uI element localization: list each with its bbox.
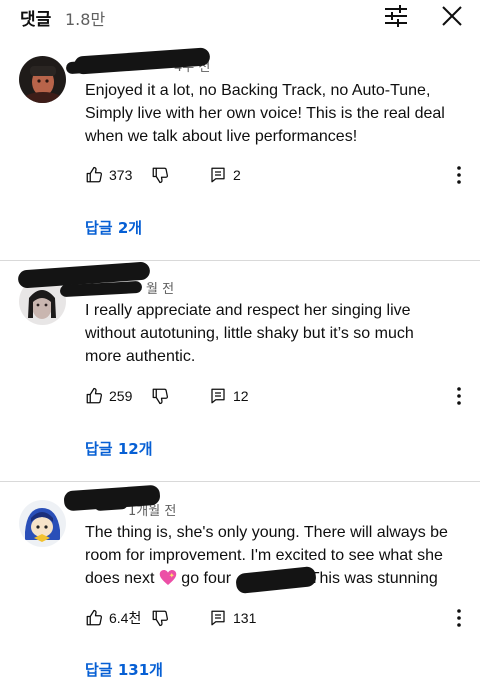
reply-icon xyxy=(211,388,225,404)
reply-count: 2 xyxy=(233,167,241,183)
reply-button[interactable]: 2 xyxy=(209,163,241,187)
avatar[interactable] xyxy=(19,500,66,547)
view-replies-link[interactable]: 답글 12개 xyxy=(85,438,153,459)
like-count: 373 xyxy=(109,167,133,183)
more-vert-icon[interactable] xyxy=(452,384,466,408)
comment-actions: 373 2 xyxy=(85,163,470,187)
comment-line: without autotuning, little shaky but it’… xyxy=(85,325,414,342)
comment-line: Enjoyed it a lot, no Backing Track, no A… xyxy=(85,82,431,99)
like-button[interactable]: 373 xyxy=(85,163,132,187)
like-button[interactable]: 6.4천 xyxy=(85,606,141,630)
filter-icon[interactable] xyxy=(382,3,410,29)
more-vert-icon[interactable] xyxy=(452,606,466,630)
close-icon[interactable] xyxy=(439,3,465,29)
thumbs-up-icon xyxy=(86,609,103,626)
more-vert-icon[interactable] xyxy=(452,163,466,187)
like-count: 6.4천 xyxy=(109,610,142,626)
comments-count: 1.8만 xyxy=(65,10,106,29)
like-count: 259 xyxy=(109,388,133,404)
divider xyxy=(0,260,480,261)
comment-actions: 259 12 xyxy=(85,384,470,408)
comment-meta: 월 전 xyxy=(146,282,175,297)
comment-text-part: go four xyxy=(181,570,232,587)
dislike-button[interactable] xyxy=(151,384,169,408)
view-replies-link[interactable]: 답글 2개 xyxy=(85,217,142,238)
thumbs-down-icon xyxy=(152,610,169,627)
dislike-button[interactable] xyxy=(151,163,169,187)
avatar[interactable] xyxy=(19,56,66,103)
comment-text-part: does next xyxy=(85,570,155,587)
reply-button[interactable]: 131 xyxy=(209,606,256,630)
comment-line: The thing is, she's only young. There wi… xyxy=(85,524,448,541)
dislike-button[interactable] xyxy=(151,606,169,630)
thumbs-up-icon xyxy=(86,166,103,183)
thumbs-up-icon xyxy=(86,387,103,404)
redaction-mark xyxy=(93,496,129,512)
reply-button[interactable]: 12 xyxy=(209,384,249,408)
comment-text: Enjoyed it a lot, no Backing Track, no A… xyxy=(85,79,470,148)
comments-header: 댓글 1.8만 xyxy=(0,0,480,34)
heart-emoji-icon xyxy=(159,570,177,585)
reply-icon xyxy=(211,610,225,626)
comment-text-part: This was stunning xyxy=(309,570,438,587)
view-replies-link[interactable]: 답글 131개 xyxy=(85,659,163,680)
comment-actions: 6.4천 131 xyxy=(85,606,470,630)
divider xyxy=(0,481,480,482)
reply-count: 12 xyxy=(233,388,249,404)
comments-title: 댓글 xyxy=(20,10,52,30)
comment-line: more authentic. xyxy=(85,348,196,365)
comment-text: I really appreciate and respect her sing… xyxy=(85,299,470,368)
comment-line: when we talk about live performances! xyxy=(85,128,358,145)
thumbs-down-icon xyxy=(152,167,169,184)
like-button[interactable]: 259 xyxy=(85,384,132,408)
thumbs-down-icon xyxy=(152,388,169,405)
comment-line: room for improvement. I'm excited to see… xyxy=(85,547,443,564)
reply-count: 131 xyxy=(233,610,257,626)
reply-icon xyxy=(211,167,225,183)
comment-line: I really appreciate and respect her sing… xyxy=(85,302,411,319)
comment-line: Simply live with her own voice! This is … xyxy=(85,105,445,122)
